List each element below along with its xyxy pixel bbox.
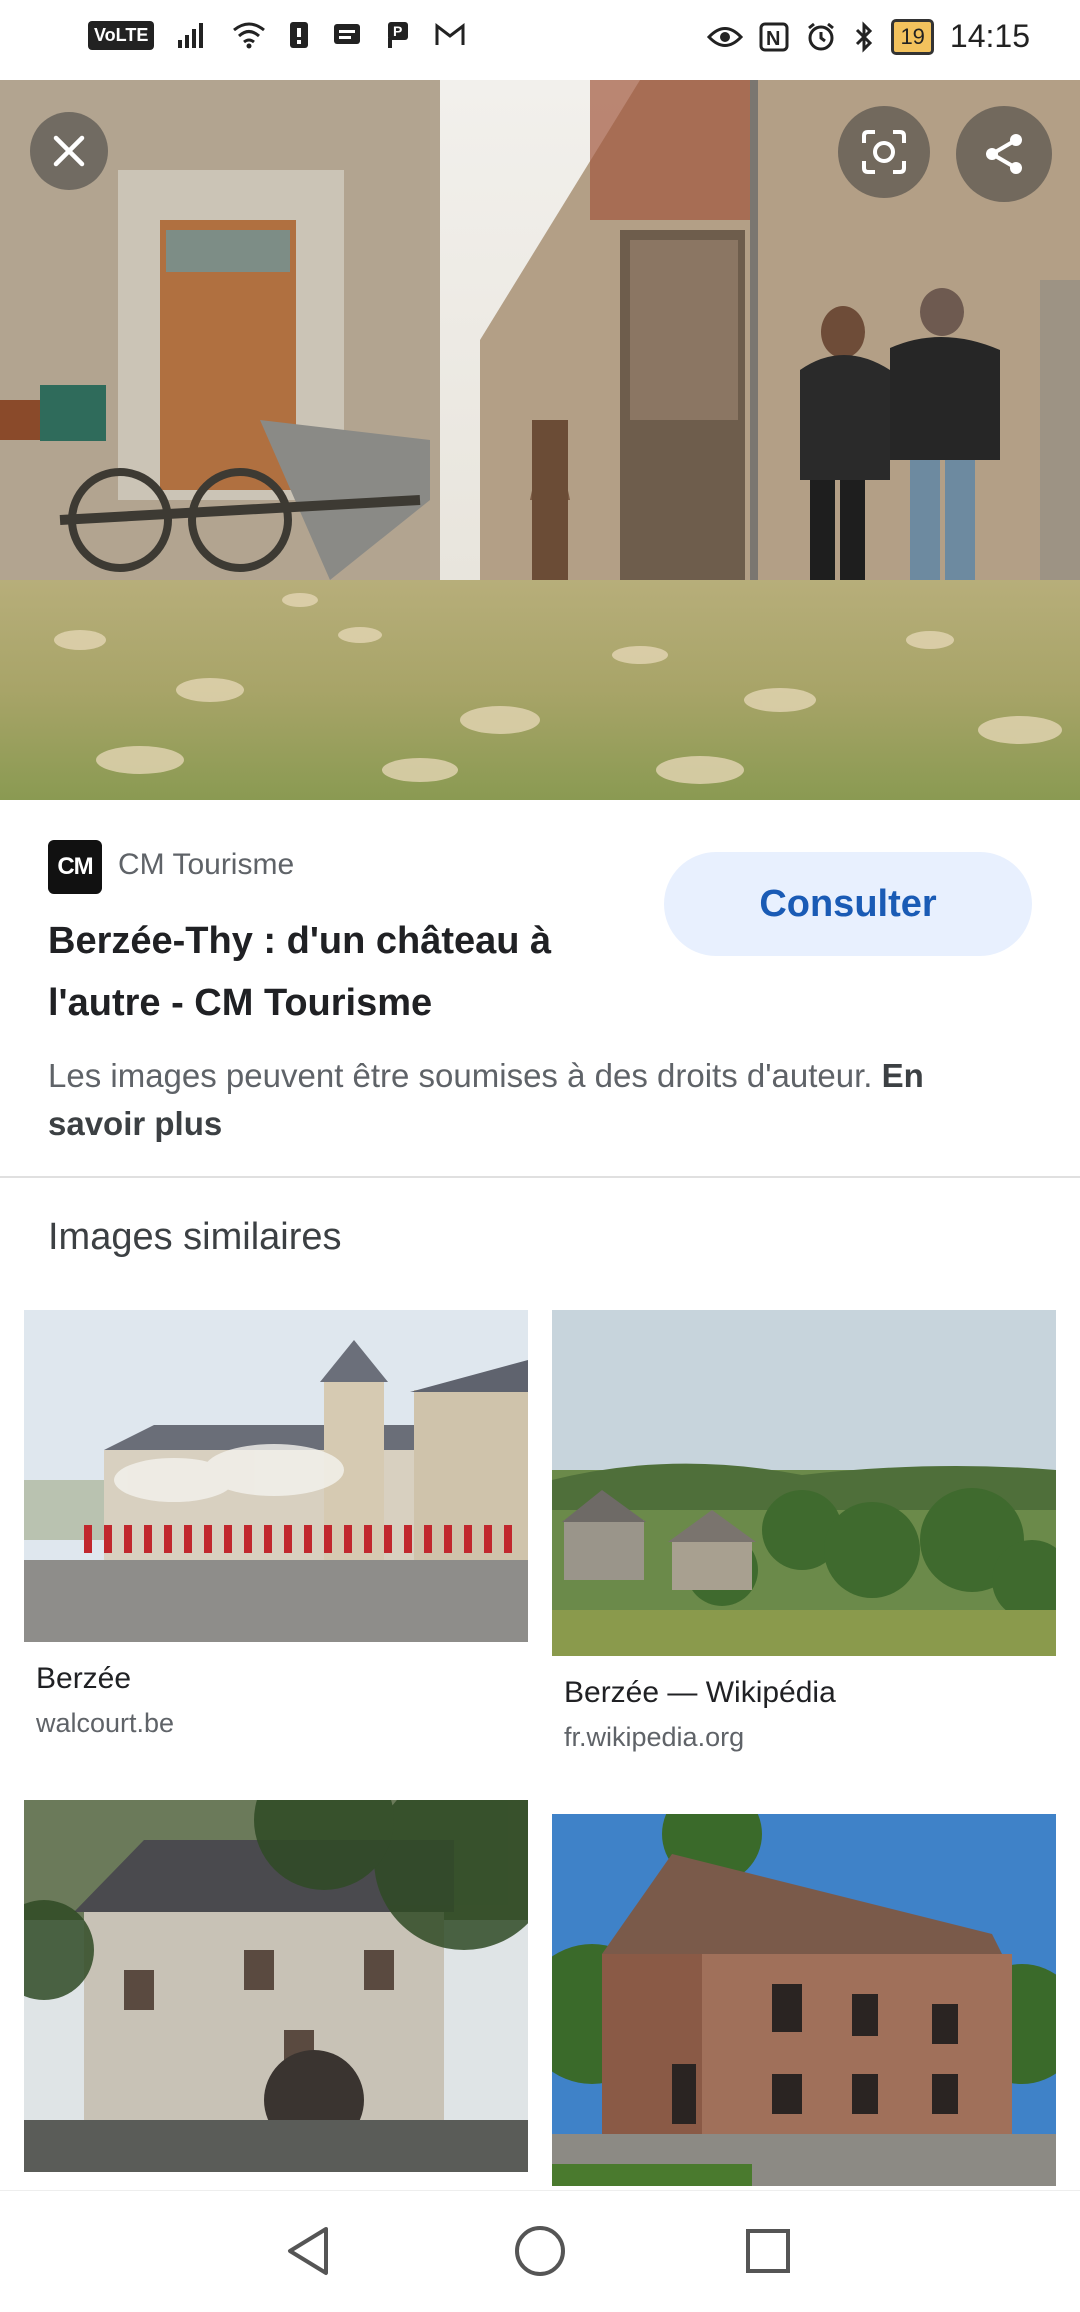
mill-house-photo <box>24 1800 528 2172</box>
back-button[interactable] <box>276 2219 340 2283</box>
similar-image-3[interactable] <box>24 1800 528 2172</box>
share-button[interactable] <box>956 106 1052 202</box>
close-button[interactable] <box>30 112 108 190</box>
hero-photo <box>0 80 1080 800</box>
eye-icon <box>707 26 744 47</box>
similar-images-heading: Images similaires <box>48 1216 342 1258</box>
similar-image-1-source: walcourt.be <box>36 1708 175 1738</box>
home-circle-icon <box>515 2226 565 2276</box>
source-logo: CM <box>48 840 102 894</box>
result-title[interactable]: Berzée-Thy : d'un château à l'autre - CM… <box>48 910 628 1034</box>
home-button[interactable] <box>508 2219 572 2283</box>
copyright-text: Les images peuvent être soumises à des d… <box>48 1057 873 1094</box>
svg-text:N: N <box>766 28 780 50</box>
similar-image-2-source: fr.wikipedia.org <box>564 1722 745 1752</box>
wifi-icon <box>233 22 266 49</box>
copyright-notice: Les images peuvent être soumises à des d… <box>48 1052 948 1148</box>
recents-button[interactable] <box>736 2219 800 2283</box>
source-name[interactable]: CM Tourisme <box>118 848 294 882</box>
alarm-icon <box>808 22 835 50</box>
share-icon <box>986 134 1022 174</box>
brick-house-photo <box>552 1814 1056 2186</box>
nfc-icon: N <box>759 22 789 51</box>
clock: 14:15 <box>949 18 1030 54</box>
status-bar: VoLTE P N 19 14:15 <box>0 0 1080 80</box>
similar-image-4[interactable] <box>552 1814 1056 2186</box>
bluetooth-icon <box>856 20 873 53</box>
message-icon <box>334 24 361 44</box>
similar-image-1-title[interactable]: Berzée <box>36 1662 131 1696</box>
status-right-icons: N 19 14:15 <box>707 18 1030 55</box>
lens-button[interactable] <box>838 106 930 198</box>
consult-button[interactable]: Consulter <box>664 852 1032 956</box>
battery-indicator: 19 <box>891 18 934 55</box>
gmail-icon <box>435 22 465 45</box>
volte-icon: VoLTE <box>88 20 155 50</box>
landscape-photo <box>552 1310 1056 1656</box>
lens-icon <box>862 130 906 174</box>
svg-text:P: P <box>393 23 402 39</box>
sim-icon <box>290 22 309 48</box>
hero-image <box>0 80 1080 800</box>
divider <box>0 1176 1080 1178</box>
parking-icon: P <box>388 22 409 48</box>
result-info: CM CM Tourisme Berzée-Thy : d'un château… <box>0 800 1080 1178</box>
similar-image-2-title[interactable]: Berzée — Wikipédia <box>564 1676 836 1710</box>
similar-image-1[interactable] <box>24 1310 528 1642</box>
similar-image-2[interactable] <box>552 1310 1056 1656</box>
back-triangle-icon <box>288 2227 328 2275</box>
recents-square-icon <box>746 2229 790 2273</box>
signal-icon <box>178 23 204 48</box>
status-left-icons: VoLTE P <box>88 20 466 50</box>
close-icon <box>53 135 85 167</box>
castle-photo <box>24 1310 528 1642</box>
navigation-bar <box>0 2190 1080 2312</box>
